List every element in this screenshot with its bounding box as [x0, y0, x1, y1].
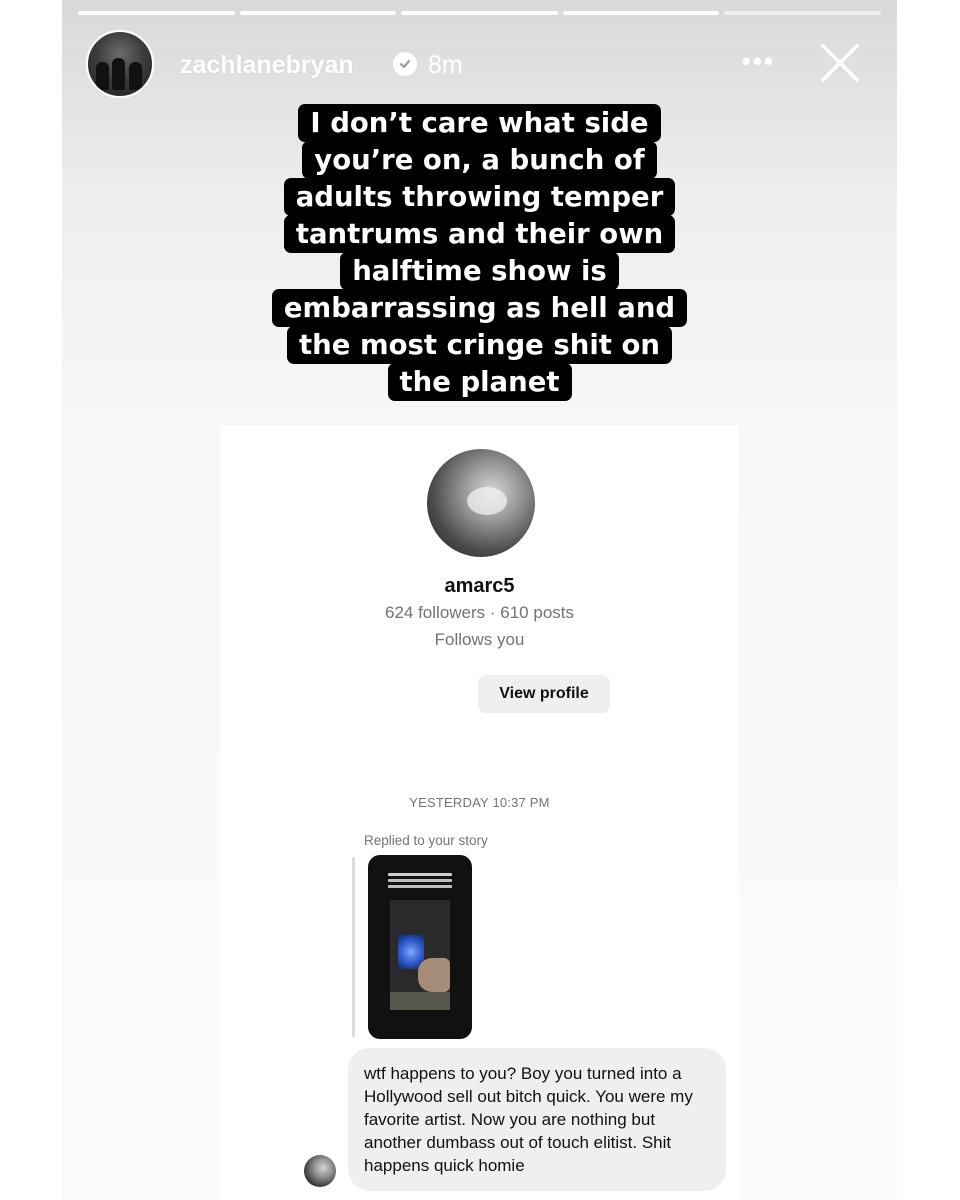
avatar[interactable]	[86, 30, 154, 98]
close-icon[interactable]	[815, 38, 865, 88]
story-progress	[78, 11, 881, 15]
dm-screenshot: amarc5 624 followers · 610 posts Follows…	[220, 425, 739, 1200]
story-reply-thumbnail[interactable]	[368, 855, 472, 1039]
caption-line: halftime show is	[340, 252, 619, 290]
story-caption: I don’t care what side you’re on, a bunc…	[62, 104, 897, 401]
story-username[interactable]: zachlanebryan	[180, 51, 354, 80]
profile-stats: 624 followers · 610 posts	[385, 603, 574, 622]
progress-segment	[724, 11, 881, 15]
message-timestamp: YESTERDAY 10:37 PM	[409, 795, 550, 810]
caption-line: adults throwing temper	[283, 178, 676, 216]
caption-line: you’re on, a bunch of	[302, 141, 657, 179]
more-icon[interactable]: •••	[742, 46, 775, 77]
story-header: zachlanebryan 8m •••	[86, 30, 877, 100]
progress-segment	[78, 11, 235, 15]
replied-label: Replied to your story	[364, 833, 488, 848]
story-viewer: zachlanebryan 8m ••• I don’t care what s…	[62, 0, 897, 1200]
progress-segment	[239, 11, 397, 15]
profile-follows-status: Follows you	[434, 630, 525, 649]
verified-icon	[393, 52, 417, 76]
message-bubble: wtf happens to you? Boy you turned into …	[348, 1048, 726, 1191]
caption-line: tantrums and their own	[283, 215, 676, 253]
caption-line: the most cringe shit on	[287, 326, 672, 364]
view-profile-button[interactable]: View profile	[478, 675, 610, 713]
progress-segment	[562, 11, 720, 15]
profile-name: amarc5	[444, 575, 515, 597]
reply-indicator-bar	[352, 857, 355, 1037]
sender-avatar	[304, 1155, 336, 1187]
progress-segment	[401, 11, 558, 15]
caption-line: the planet	[387, 363, 572, 401]
story-time: 8m	[428, 51, 463, 79]
caption-line: embarrassing as hell and	[271, 289, 688, 327]
profile-avatar	[427, 449, 535, 557]
caption-line: I don’t care what side	[298, 104, 661, 142]
